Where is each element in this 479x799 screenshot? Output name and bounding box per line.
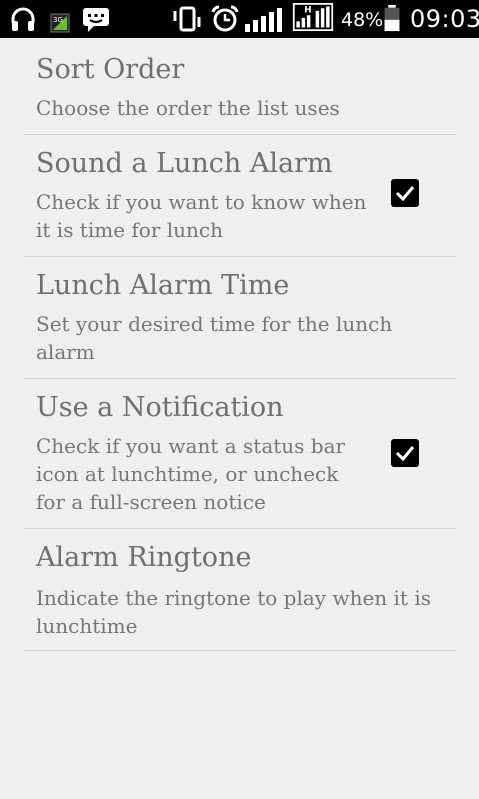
pref-summary-line: Set your desired time for the lunch: [36, 312, 393, 336]
sound-lunch-alarm-checkbox[interactable]: [391, 179, 419, 207]
status-clock: 09:03: [410, 5, 479, 33]
pref-use-notification[interactable]: Use a Notification Check if you want a s…: [24, 379, 456, 529]
pref-title: Alarm Ringtone: [36, 542, 252, 573]
status-bar: 3G H 48% 09:03: [0, 0, 479, 38]
pref-summary-line: it is time for lunch: [36, 218, 224, 242]
3g-data-icon: 3G: [50, 13, 70, 33]
pref-summary-line: lunchtime: [36, 614, 138, 638]
signal-strength-icon: [245, 8, 282, 32]
pref-summary-line: alarm: [36, 340, 95, 364]
use-notification-checkbox[interactable]: [391, 439, 419, 467]
pref-summary: Choose the order the list uses: [36, 94, 436, 122]
hspa-signal-icon: H: [292, 3, 334, 31]
battery-percent: 48%: [341, 9, 384, 31]
pref-summary-line: icon at lunchtime, or uncheck: [36, 462, 339, 486]
hspa-label: H: [304, 6, 311, 16]
sms-message-icon: [83, 8, 109, 32]
vibrate-icon: [173, 6, 201, 32]
pref-summary: Check if you want to know when it is tim…: [36, 188, 376, 244]
pref-summary-line: Check if you want a status bar: [36, 434, 346, 458]
pref-lunch-alarm-time[interactable]: Lunch Alarm Time Set your desired time f…: [24, 257, 456, 379]
pref-summary: Set your desired time for the lunch alar…: [36, 310, 436, 366]
alarm-clock-icon: [211, 5, 239, 32]
headphones-icon: [11, 7, 35, 31]
checkmark-icon: [395, 446, 415, 462]
pref-summary-line: Choose the order the list uses: [36, 96, 340, 120]
preferences-list: Sort Order Choose the order the list use…: [24, 38, 456, 651]
pref-title: Lunch Alarm Time: [36, 270, 290, 301]
checkmark-icon: [395, 186, 415, 202]
pref-sort-order[interactable]: Sort Order Choose the order the list use…: [24, 38, 456, 135]
pref-summary-line: Indicate the ringtone to play when it is: [36, 586, 431, 610]
pref-summary-line: for a full-screen notice: [36, 490, 266, 514]
pref-summary: Indicate the ringtone to play when it is…: [36, 584, 436, 640]
pref-alarm-ringtone[interactable]: Alarm Ringtone Indicate the ringtone to …: [24, 529, 456, 651]
battery-icon: [384, 4, 400, 32]
pref-title: Sort Order: [36, 54, 185, 85]
pref-summary-line: Check if you want to know when: [36, 190, 367, 214]
3g-label: 3G: [53, 16, 63, 24]
pref-summary: Check if you want a status bar icon at l…: [36, 432, 376, 516]
pref-title: Use a Notification: [36, 392, 284, 423]
pref-title: Sound a Lunch Alarm: [36, 148, 333, 179]
pref-sound-lunch-alarm[interactable]: Sound a Lunch Alarm Check if you want to…: [24, 135, 456, 257]
